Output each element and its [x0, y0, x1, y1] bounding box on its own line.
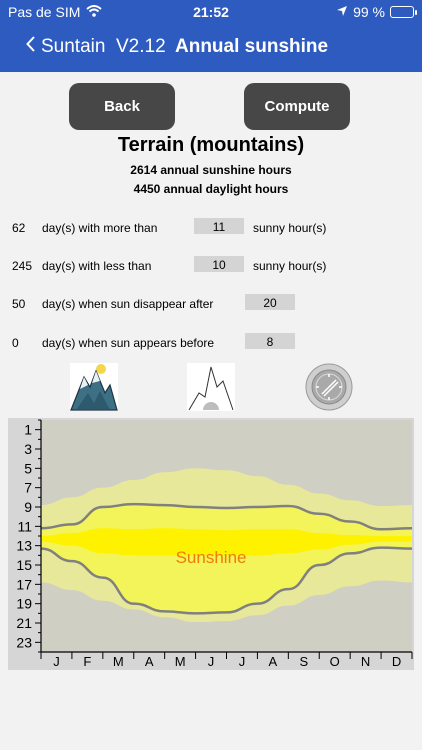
location-arrow-icon: [336, 4, 348, 20]
y-tick-label: 19: [16, 596, 32, 612]
stat-count: 0: [12, 336, 19, 350]
status-right: 99 %: [336, 4, 417, 20]
battery-charging-icon: [390, 6, 417, 18]
mountain-outline-icon[interactable]: [187, 363, 235, 411]
x-tick-label: A: [269, 654, 278, 669]
more-than-hours-field[interactable]: 11: [194, 218, 244, 234]
y-tick-label: 11: [17, 518, 32, 534]
stat-unit: sunny hour(s): [253, 221, 327, 235]
page-title: Annual sunshine: [175, 36, 329, 57]
stat-row-less-than: 245 day(s) with less than 10 sunny hour(…: [0, 256, 422, 276]
y-tick-label: 1: [24, 422, 32, 438]
annual-sunshine-chart: 1 3 5 7 9 11 13 15 17 19 21 23 J F M A M J J A S O N D Sunshine: [8, 418, 414, 670]
y-tick-label: 13: [16, 538, 32, 554]
chart-svg: 1357911131517192123J F M A M J J A S O N D Sunshine: [8, 418, 414, 670]
stat-label: day(s) when sun appears before: [42, 336, 215, 350]
sunshine-annotation: Sunshine: [176, 548, 247, 567]
x-tick-label: J: [53, 654, 60, 669]
terrain-title: Terrain (mountains): [117, 134, 305, 156]
y-tick-label: 5: [24, 460, 32, 476]
sun-disappear-hour-field[interactable]: 20: [245, 294, 295, 310]
nav-back-button[interactable]: Suntain V2.12: [26, 36, 166, 58]
x-tick-label: J: [239, 654, 246, 669]
stat-count: 62: [12, 221, 26, 235]
stat-label: day(s) when sun disappear after: [42, 297, 214, 311]
y-tick-label: 21: [16, 615, 32, 631]
stat-count: 50: [12, 297, 26, 311]
x-tick-label: A: [145, 654, 154, 669]
stat-row-more-than: 62 day(s) with more than 11 sunny hour(s…: [0, 218, 422, 238]
back-button[interactable]: Back: [69, 83, 175, 130]
stat-label: day(s) with less than: [42, 259, 152, 273]
x-tick-label: F: [83, 654, 91, 669]
sun-appears-hour-field[interactable]: 8: [245, 333, 295, 349]
stat-row-sun-disappear: 50 day(s) when sun disappear after 20: [0, 294, 422, 314]
nav-back-label: Suntain V2.12: [41, 36, 166, 57]
sunshine-hours-text: 2614 annual sunshine hours: [130, 163, 292, 177]
y-tick-label: 7: [24, 480, 32, 496]
compass-icon[interactable]: [305, 363, 353, 411]
y-tick-label: 9: [24, 499, 32, 515]
x-tick-label: S: [299, 654, 308, 669]
battery-percent: 99 %: [353, 4, 385, 20]
stat-count: 245: [12, 259, 33, 273]
less-than-hours-field[interactable]: 10: [194, 256, 244, 272]
daylight-hours-text: 4450 annual daylight hours: [133, 182, 289, 196]
y-tick-label: 23: [16, 634, 32, 650]
x-tick-label: D: [392, 654, 401, 669]
x-tick-label: O: [330, 654, 340, 669]
y-tick-label: 17: [16, 576, 32, 592]
stat-row-sun-appears: 0 day(s) when sun appears before 8: [0, 333, 422, 353]
x-tick-label: N: [361, 654, 370, 669]
status-bar: Pas de SIM 21:52 99 %: [0, 0, 422, 24]
chevron-left-icon: [26, 36, 35, 58]
navigation-bar: Suntain V2.12 Annual sunshine: [0, 24, 422, 72]
x-tick-label: M: [175, 654, 186, 669]
stat-unit: sunny hour(s): [253, 259, 327, 273]
x-tick-label: M: [113, 654, 124, 669]
x-tick-label: J: [208, 654, 215, 669]
compute-button[interactable]: Compute: [244, 83, 350, 130]
y-tick-label: 3: [24, 441, 32, 457]
stat-label: day(s) with more than: [42, 221, 158, 235]
y-tick-label: 15: [16, 557, 32, 573]
mountain-terrain-icon[interactable]: [70, 363, 118, 411]
